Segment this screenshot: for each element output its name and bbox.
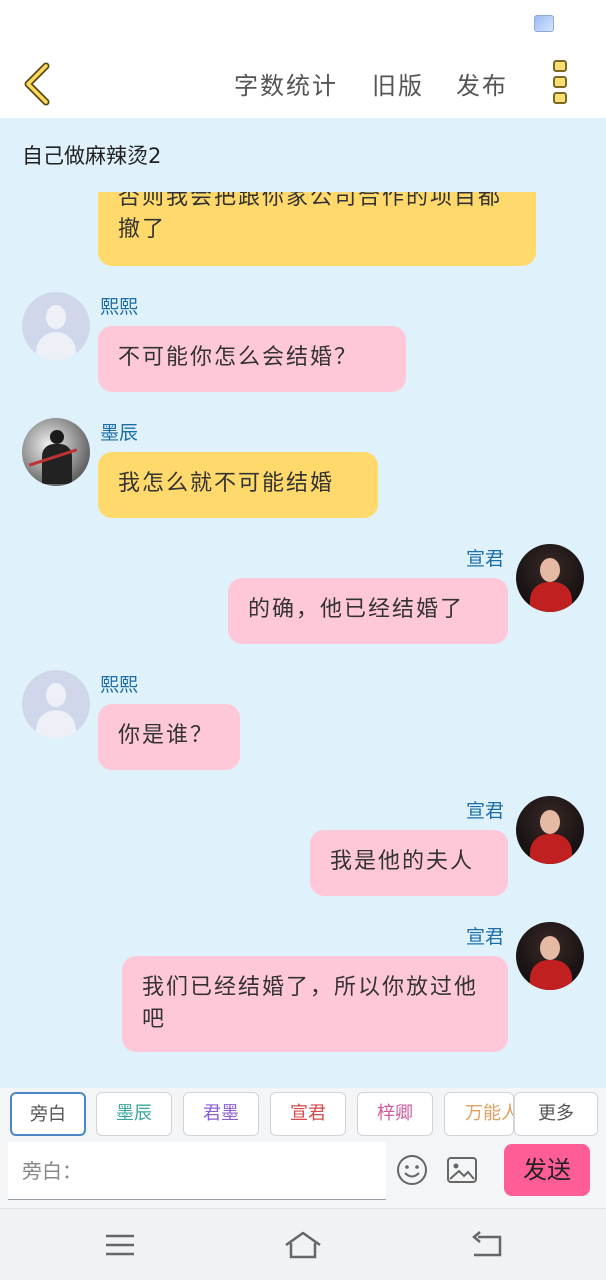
image-button[interactable] xyxy=(446,1156,478,1184)
message-bubble[interactable]: 的确，他已经结婚了 xyxy=(228,578,508,644)
sender-name: 熙熙 xyxy=(100,296,139,318)
home-icon xyxy=(285,1231,321,1259)
chevron-left-icon xyxy=(24,62,50,106)
avatar[interactable] xyxy=(516,796,584,864)
status-bar xyxy=(0,0,606,52)
more-roles-button[interactable]: 更多 xyxy=(514,1092,598,1136)
role-junmo-button[interactable]: 君墨 xyxy=(183,1092,259,1136)
top-toolbar: 字数统计 旧版 发布 xyxy=(0,52,606,118)
notification-icon xyxy=(534,15,554,32)
menu-icon xyxy=(106,1234,134,1256)
message-text: 你是谁？ xyxy=(118,723,215,748)
chat-area[interactable]: 自己做麻辣烫2 否则我会把跟你家公司合作的项目都撤了 熙熙 不可能你怎么会结婚？… xyxy=(0,118,606,1088)
home-nav-button[interactable] xyxy=(283,1227,323,1263)
sender-name: 宣君 xyxy=(466,926,505,948)
message-bubble[interactable]: 我是他的夫人 xyxy=(310,830,508,896)
back-arrow-icon xyxy=(472,1231,502,1257)
sender-name: 熙熙 xyxy=(100,674,139,696)
message-text: 否则我会把跟你家公司合作的项目都撤了 xyxy=(118,185,503,242)
message-text: 我们已经结婚了，所以你放过他吧 xyxy=(142,975,479,1032)
system-nav-bar xyxy=(0,1208,606,1280)
message-text: 的确，他已经结婚了 xyxy=(248,597,465,622)
back-nav-button[interactable] xyxy=(466,1227,506,1263)
message-text: 我怎么就不可能结婚 xyxy=(118,471,335,496)
image-icon xyxy=(447,1157,477,1183)
sender-name: 宣君 xyxy=(466,548,505,570)
message-bubble[interactable]: 不可能你怎么会结婚？ xyxy=(98,326,406,392)
dot-icon xyxy=(553,92,567,104)
more-options-button[interactable] xyxy=(548,60,572,108)
word-count-menu[interactable]: 字数统计 xyxy=(234,66,338,101)
message-input[interactable] xyxy=(8,1142,386,1200)
avatar[interactable] xyxy=(22,292,90,360)
avatar[interactable] xyxy=(22,670,90,738)
message-text: 我是他的夫人 xyxy=(330,849,475,874)
smiley-icon xyxy=(397,1155,427,1185)
message-text: 不可能你怎么会结婚？ xyxy=(118,345,359,370)
message-bubble[interactable]: 我怎么就不可能结婚 xyxy=(98,452,378,518)
sender-name: 宣君 xyxy=(466,800,505,822)
role-narrator-button[interactable]: 旁白 xyxy=(10,1092,86,1136)
role-ziqing-button[interactable]: 梓卿 xyxy=(357,1092,433,1136)
publish-menu[interactable]: 发布 xyxy=(456,66,508,101)
avatar[interactable] xyxy=(516,922,584,990)
menu-nav-button[interactable] xyxy=(100,1227,140,1263)
avatar[interactable] xyxy=(22,418,90,486)
emoji-button[interactable] xyxy=(396,1154,428,1186)
dot-icon xyxy=(553,60,567,72)
role-xuanjun-button[interactable]: 宣君 xyxy=(270,1092,346,1136)
send-button[interactable]: 发送 xyxy=(504,1144,590,1196)
chat-title: 自己做麻辣烫2 xyxy=(22,144,162,168)
back-button[interactable] xyxy=(18,60,62,106)
avatar[interactable] xyxy=(516,544,584,612)
message-bubble[interactable]: 你是谁？ xyxy=(98,704,240,770)
old-version-menu[interactable]: 旧版 xyxy=(372,66,424,101)
role-mochen-button[interactable]: 墨辰 xyxy=(96,1092,172,1136)
input-panel: 旁白 墨辰 君墨 宣君 梓卿 万能人 更多 发送 xyxy=(0,1088,606,1208)
message-bubble[interactable]: 我们已经结婚了，所以你放过他吧 xyxy=(122,956,508,1052)
message-bubble[interactable]: 否则我会把跟你家公司合作的项目都撤了 xyxy=(98,185,536,266)
sender-name: 墨辰 xyxy=(100,422,139,444)
role-universal-button[interactable]: 万能人 xyxy=(444,1092,514,1136)
dot-icon xyxy=(553,76,567,88)
